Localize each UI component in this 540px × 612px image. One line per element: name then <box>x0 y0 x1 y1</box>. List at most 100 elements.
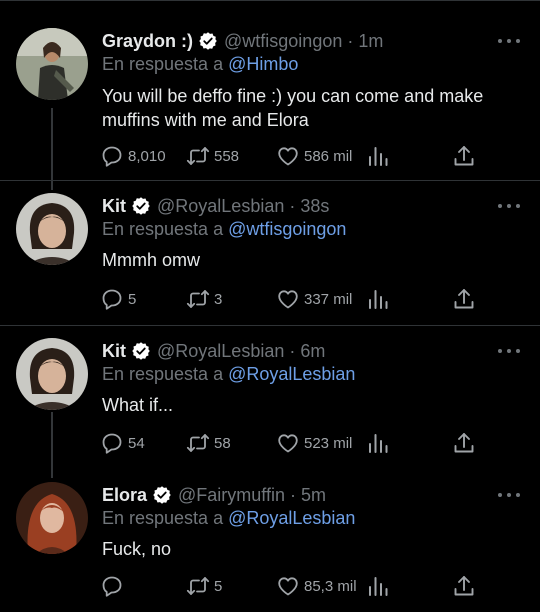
views-button[interactable] <box>366 285 390 313</box>
heart-icon <box>276 574 300 598</box>
retweet-button[interactable]: 3 <box>186 285 222 313</box>
reply-icon <box>100 287 124 311</box>
share-button[interactable] <box>452 429 476 457</box>
display-name[interactable]: Kit <box>102 196 126 217</box>
handle[interactable]: @wtfisgoingon <box>224 31 342 52</box>
action-bar: 8,010 558 586 mil <box>100 142 490 170</box>
retweet-count: 5 <box>214 577 223 595</box>
more-icon[interactable] <box>498 346 520 356</box>
share-icon <box>452 287 476 311</box>
reply-icon <box>100 144 124 168</box>
share-icon <box>452 431 476 455</box>
reply-button[interactable] <box>100 572 128 600</box>
tweet[interactable]: Kit @RoyalLesbian · 38s En respuesta a @… <box>0 181 540 326</box>
avatar[interactable] <box>16 193 88 265</box>
verified-icon <box>198 31 218 51</box>
heart-icon <box>276 287 300 311</box>
reply-icon <box>100 574 124 598</box>
share-button[interactable] <box>452 142 476 170</box>
reply-count: 5 <box>128 290 137 308</box>
share-button[interactable] <box>452 285 476 313</box>
tweet-text: Fuck, no <box>102 539 172 559</box>
like-button[interactable]: 586 mil <box>276 142 352 170</box>
reply-count: 54 <box>128 434 145 452</box>
reply-mention[interactable]: @RoyalLesbian <box>228 364 355 384</box>
reply-prefix: En respuesta a <box>102 508 224 528</box>
reply-context: En respuesta a @RoyalLesbian <box>102 364 355 385</box>
heart-icon <box>276 144 300 168</box>
retweet-count: 3 <box>214 290 223 308</box>
views-button[interactable] <box>366 429 390 457</box>
heart-icon <box>276 431 300 455</box>
like-count: 337 mil <box>304 290 353 308</box>
tweet[interactable]: Elora @Fairymuffin · 5m En respuesta a @… <box>0 470 540 612</box>
display-name[interactable]: Graydon :) <box>102 31 193 52</box>
avatar[interactable] <box>16 482 88 554</box>
like-button[interactable]: 337 mil <box>276 285 352 313</box>
like-button[interactable]: 523 mil <box>276 429 352 457</box>
retweet-icon <box>186 431 210 455</box>
analytics-icon <box>366 144 390 168</box>
reply-button[interactable]: 8,010 <box>100 142 166 170</box>
tweet-header: Graydon :) @wtfisgoingon · 1m <box>102 28 490 54</box>
like-count: 523 mil <box>304 434 353 452</box>
retweet-button[interactable]: 5 <box>186 572 222 600</box>
tweet-header: Elora @Fairymuffin · 5m <box>102 482 490 508</box>
reply-mention[interactable]: @wtfisgoingon <box>228 219 346 239</box>
display-name[interactable]: Kit <box>102 341 126 362</box>
avatar[interactable] <box>16 28 88 100</box>
like-count: 586 mil <box>304 147 353 165</box>
timestamp[interactable]: 38s <box>300 196 329 217</box>
like-count: 85,3 mil <box>304 577 357 595</box>
verified-icon <box>131 341 151 361</box>
separator-dot: · <box>290 484 296 505</box>
retweet-count: 558 <box>214 147 240 165</box>
analytics-icon <box>366 431 390 455</box>
handle[interactable]: @RoyalLesbian <box>157 196 284 217</box>
action-bar: 5 85,3 mil <box>100 572 490 600</box>
tweet[interactable]: Kit @RoyalLesbian · 6m En respuesta a @R… <box>0 326 540 470</box>
share-icon <box>452 144 476 168</box>
tweet-text: What if... <box>102 395 174 415</box>
analytics-icon <box>366 574 390 598</box>
analytics-icon <box>366 287 390 311</box>
handle[interactable]: @Fairymuffin <box>178 485 285 506</box>
reply-prefix: En respuesta a <box>102 54 224 74</box>
reply-button[interactable]: 54 <box>100 429 145 457</box>
reply-context: En respuesta a @RoyalLesbian <box>102 508 355 529</box>
timestamp[interactable]: 1m <box>358 31 383 52</box>
more-icon[interactable] <box>498 490 520 500</box>
avatar[interactable] <box>16 338 88 410</box>
retweet-count: 58 <box>214 434 231 452</box>
reply-mention[interactable]: @RoyalLesbian <box>228 508 355 528</box>
reply-prefix: En respuesta a <box>102 364 224 384</box>
tweet[interactable]: Graydon :) @wtfisgoingon · 1m En respues… <box>0 0 540 181</box>
reply-count: 8,010 <box>128 147 166 165</box>
action-bar: 5 3 337 mil <box>100 285 490 313</box>
more-icon[interactable] <box>498 36 520 46</box>
more-icon[interactable] <box>498 201 520 211</box>
reply-icon <box>100 431 124 455</box>
separator-dot: · <box>289 340 296 361</box>
tweet-header: Kit @RoyalLesbian · 38s <box>102 193 490 219</box>
action-bar: 54 58 523 mil <box>100 429 490 457</box>
separator-dot: · <box>289 195 296 216</box>
timestamp[interactable]: 5m <box>301 485 326 506</box>
timestamp[interactable]: 6m <box>300 341 325 362</box>
views-button[interactable] <box>366 142 390 170</box>
display-name[interactable]: Elora <box>102 485 147 506</box>
reply-mention[interactable]: @Himbo <box>228 54 298 74</box>
separator-dot: · <box>347 30 354 51</box>
verified-icon <box>131 196 151 216</box>
retweet-icon <box>186 287 210 311</box>
share-button[interactable] <box>452 572 476 600</box>
tweet-text: Mmmh omw <box>102 250 200 270</box>
views-button[interactable] <box>366 572 390 600</box>
reply-button[interactable]: 5 <box>100 285 136 313</box>
retweet-button[interactable]: 58 <box>186 429 231 457</box>
tweet-text: You will be deffo fine :) you can come a… <box>102 86 484 130</box>
handle[interactable]: @RoyalLesbian <box>157 341 284 362</box>
like-button[interactable]: 85,3 mil <box>276 572 357 600</box>
retweet-button[interactable]: 558 <box>186 142 239 170</box>
verified-icon <box>152 485 172 505</box>
